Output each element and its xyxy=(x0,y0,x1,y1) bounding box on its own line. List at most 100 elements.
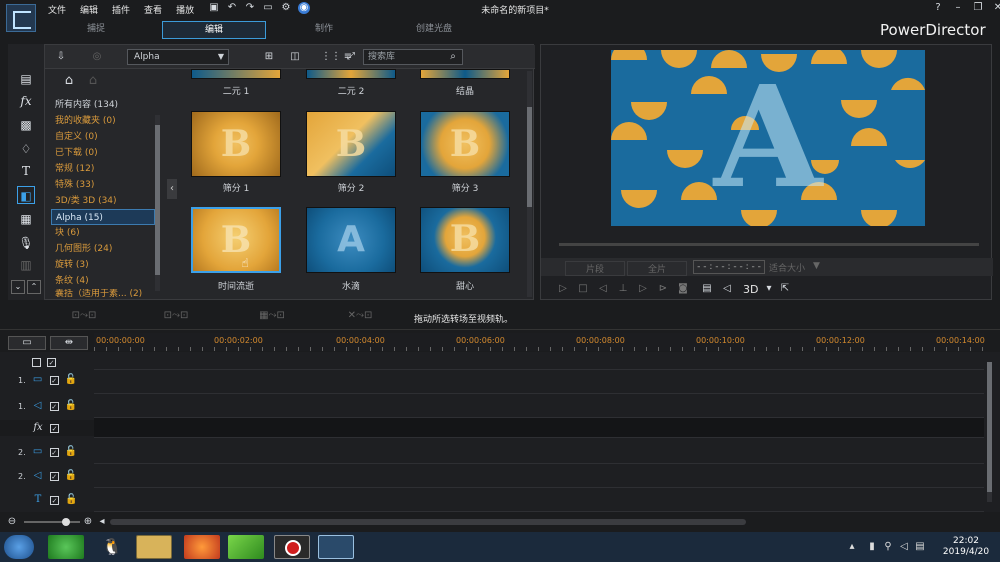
undock-icon[interactable]: ⇱ xyxy=(779,283,791,295)
start-button[interactable] xyxy=(4,535,34,559)
grid-view-icon[interactable]: ⋮⋮ xyxy=(321,51,341,63)
thumbnail-water-drop[interactable]: A xyxy=(306,207,396,273)
category-special[interactable]: 特殊 (33) xyxy=(51,177,155,193)
tab-edit[interactable]: 编辑 xyxy=(162,21,266,39)
menu-plugins[interactable]: 插件 xyxy=(112,3,130,16)
media-room-icon[interactable]: ▤ xyxy=(17,70,35,88)
lock-icon[interactable]: 🔓 xyxy=(65,446,77,458)
track-enable-checkbox[interactable]: ✓ xyxy=(50,423,59,433)
volume-icon[interactable]: ◁ xyxy=(721,283,733,295)
add-icon[interactable]: ⊞ xyxy=(263,51,275,63)
tab-capture[interactable]: 捕捉 xyxy=(36,21,156,39)
fullscreen-icon[interactable]: ⤢ xyxy=(345,51,357,63)
zoom-slider[interactable] xyxy=(24,518,80,526)
menu-view[interactable]: 查看 xyxy=(144,3,162,16)
lock-icon[interactable]: 🔓 xyxy=(65,400,77,412)
category-stripe[interactable]: 条纹 (4) xyxy=(51,273,155,289)
tag-add-icon[interactable]: ⌂ xyxy=(63,74,75,87)
update-icon[interactable]: ◉ xyxy=(298,2,310,14)
category-favorites[interactable]: 我的收藏夹 (0) xyxy=(51,113,155,129)
transition-room-icon[interactable]: ◧ xyxy=(17,186,35,204)
preview-progress[interactable] xyxy=(559,243,979,246)
tray-arrow-icon[interactable]: ▴ xyxy=(846,541,858,553)
fx-track[interactable] xyxy=(94,418,984,438)
usb-icon[interactable]: ⚲ xyxy=(882,541,894,553)
voice-over-icon[interactable]: 🎙 xyxy=(17,234,35,252)
clip-mode-button[interactable]: 片段 xyxy=(565,261,625,276)
snapshot-icon[interactable]: ◙ xyxy=(677,283,689,295)
record-icon[interactable] xyxy=(274,535,310,559)
movie-mode-button[interactable]: 全片 xyxy=(627,261,687,276)
overlap-transition-icon[interactable]: ▦⤳⊡ xyxy=(248,310,296,322)
fx-room-icon[interactable]: fx xyxy=(17,92,35,110)
category-dropdown[interactable]: Alpha ▼ xyxy=(127,49,229,65)
redo-icon[interactable]: ↷ xyxy=(244,2,256,14)
track-enable-checkbox[interactable]: ✓ xyxy=(49,447,59,457)
track-enable-checkbox[interactable]: ✓ xyxy=(49,375,59,385)
explorer-icon[interactable] xyxy=(136,535,172,559)
undo-icon[interactable]: ↶ xyxy=(226,2,238,14)
timeline-ruler[interactable]: 00:00:00:00 00:00:02:00 00:00:04:00 00:0… xyxy=(94,333,985,351)
category-all[interactable]: 所有内容 (134) xyxy=(51,97,155,113)
audio-track-1[interactable] xyxy=(94,394,984,418)
restore-icon[interactable]: ❐ xyxy=(972,2,984,14)
thumbnail-sieve-3[interactable]: B xyxy=(420,111,510,177)
help-icon[interactable]: ? xyxy=(932,2,944,14)
lock-icon[interactable]: 🔓 xyxy=(65,374,77,386)
track-enable-checkbox[interactable]: ✓ xyxy=(49,471,59,481)
timeline-hscroll[interactable] xyxy=(110,519,746,525)
network-icon[interactable]: ▤ xyxy=(914,541,926,553)
fast-forward-icon[interactable]: ⊳ xyxy=(657,283,669,295)
category-custom[interactable]: 自定义 (0) xyxy=(51,129,155,145)
category-3d[interactable]: 3D/类 3D (34) xyxy=(51,193,155,209)
category-alpha[interactable]: Alpha (15) xyxy=(51,209,155,225)
zoom-out-icon[interactable]: ⊖ xyxy=(6,516,18,528)
tab-produce[interactable]: 制作 xyxy=(272,21,376,39)
qq-icon[interactable]: 🐧 xyxy=(94,535,130,559)
close-icon[interactable]: ✕ xyxy=(992,2,1000,14)
tag-remove-icon[interactable]: ⌂ xyxy=(87,74,99,87)
track-enable-checkbox[interactable]: ✓ xyxy=(49,401,59,411)
video-track-2[interactable] xyxy=(94,438,984,464)
thumbnail-sieve-2[interactable]: B xyxy=(306,111,396,177)
subtitle-icon[interactable]: ▤ xyxy=(701,283,713,295)
category-scrollbar[interactable] xyxy=(155,115,160,291)
split-icon[interactable]: ⊥ xyxy=(617,283,629,295)
category-mask[interactable]: 囊括（适用于素... (2) xyxy=(51,289,155,299)
audio-mixing-icon[interactable]: ▦ xyxy=(17,210,35,228)
chevron-down-icon[interactable]: ▾ xyxy=(763,283,775,295)
lock-icon[interactable]: 🔓 xyxy=(65,494,77,506)
stop-icon[interactable]: □ xyxy=(577,283,589,295)
next-frame-icon[interactable]: ▷ xyxy=(637,283,649,295)
category-general[interactable]: 常规 (12) xyxy=(51,161,155,177)
zoom-in-icon[interactable]: ⊕ xyxy=(82,516,94,528)
save-icon[interactable]: ▣ xyxy=(208,2,220,14)
transition-fx-icon[interactable]: ⊡⤳⊡ xyxy=(60,310,108,322)
track-manager-button[interactable]: ▭ xyxy=(8,336,46,350)
chapter-room-icon[interactable]: ▥ xyxy=(17,256,35,274)
tab-create-disc[interactable]: 创建光盘 xyxy=(382,21,486,39)
scroll-left-icon[interactable]: ◂ xyxy=(96,516,108,528)
thumbnail-crystal[interactable] xyxy=(420,69,510,79)
firefox-icon[interactable] xyxy=(184,535,220,559)
track-enable-checkbox[interactable]: ✓ xyxy=(50,495,59,505)
settings-icon[interactable]: ⚙ xyxy=(280,2,292,14)
menu-file[interactable]: 文件 xyxy=(48,3,66,16)
thumbnail-time-lapse[interactable]: B ☝ xyxy=(191,207,281,273)
timeline-vscroll[interactable] xyxy=(987,362,992,502)
category-geometric[interactable]: 几何图形 (24) xyxy=(51,241,155,257)
category-block[interactable]: 块 (6) xyxy=(51,225,155,241)
play-icon[interactable]: ▷ xyxy=(557,283,569,295)
download-icon[interactable]: ◎ xyxy=(91,51,103,63)
pip-room-icon[interactable]: ▩ xyxy=(17,116,35,134)
apply-icon[interactable]: ◫ xyxy=(289,51,301,63)
video-track-1[interactable] xyxy=(94,370,984,394)
lock-icon[interactable]: 🔓 xyxy=(65,470,77,482)
collapse-panel-handle[interactable]: ‹ xyxy=(167,179,177,199)
taskbar-app-360[interactable] xyxy=(48,535,84,559)
category-rotate[interactable]: 旋转 (3) xyxy=(51,257,155,273)
thumbnail-sieve-1[interactable]: B xyxy=(191,111,281,177)
chevron-up-icon[interactable]: ⌃ xyxy=(27,280,41,294)
media-player-icon[interactable] xyxy=(228,535,264,559)
title-room-icon[interactable]: T xyxy=(17,162,35,180)
